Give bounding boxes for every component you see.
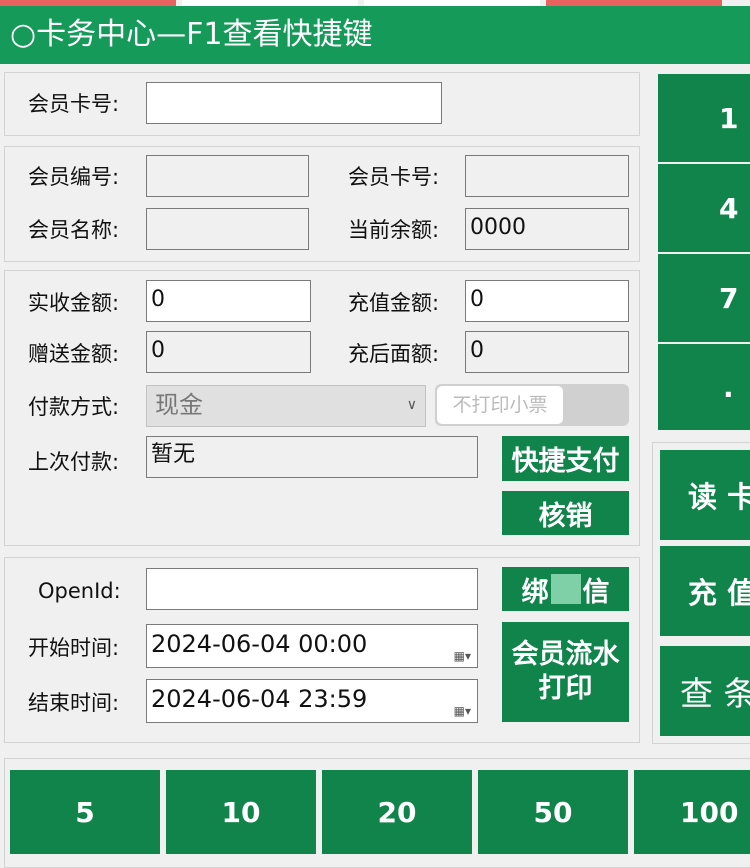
verify-button[interactable]: 核销 bbox=[502, 491, 629, 535]
bind-wechat-obscured bbox=[550, 574, 581, 604]
start-time-label: 开始时间: bbox=[28, 636, 120, 660]
quick-amount-5[interactable]: 5 bbox=[10, 770, 160, 854]
calendar-icon[interactable]: ▦▾ bbox=[454, 692, 471, 722]
last-payment-field[interactable]: 暂无 bbox=[146, 436, 478, 478]
flow-print-label-line2: 打印 bbox=[538, 673, 593, 704]
read-card-button[interactable]: 读 卡 bbox=[660, 450, 750, 540]
received-amount-input[interactable]: 0 bbox=[146, 280, 311, 322]
quick-amount-10[interactable]: 10 bbox=[166, 770, 316, 854]
quick-amount-20[interactable]: 20 bbox=[322, 770, 472, 854]
print-receipt-toggle-label: 不打印小票 bbox=[437, 386, 563, 424]
member-name-field[interactable] bbox=[146, 208, 309, 250]
after-recharge-label: 充后面额: bbox=[348, 342, 440, 366]
print-receipt-toggle[interactable]: 不打印小票 bbox=[435, 384, 629, 426]
openid-input[interactable] bbox=[146, 568, 478, 610]
member-name-label: 会员名称: bbox=[28, 218, 120, 242]
card-no-label: 会员卡号: bbox=[28, 92, 120, 116]
end-time-label: 结束时间: bbox=[28, 691, 120, 715]
received-label: 实收金额: bbox=[28, 291, 120, 315]
openid-label: OpenId: bbox=[38, 579, 121, 603]
calendar-icon[interactable]: ▦▾ bbox=[454, 637, 471, 667]
member-id-field[interactable] bbox=[146, 155, 309, 197]
balance-label: 当前余额: bbox=[348, 218, 440, 242]
quick-amount-100[interactable]: 100 bbox=[634, 770, 750, 854]
payment-method-label: 付款方式: bbox=[28, 395, 120, 419]
member-card-no-label: 会员卡号: bbox=[348, 165, 440, 189]
member-id-label: 会员编号: bbox=[28, 165, 120, 189]
end-time-value: 2024-06-04 23:59 bbox=[151, 685, 368, 713]
keypad-key-dot[interactable]: . bbox=[658, 344, 750, 430]
quick-pay-button[interactable]: 快捷支付 bbox=[502, 436, 629, 481]
bind-wechat-label: 绑 bbox=[521, 576, 549, 608]
chevron-down-icon: ∨ bbox=[406, 397, 417, 413]
bind-wechat-button[interactable]: 绑 信 bbox=[502, 567, 629, 611]
gift-amount-field[interactable]: 0 bbox=[146, 331, 311, 373]
last-payment-label: 上次付款: bbox=[28, 450, 120, 474]
query-button[interactable]: 查 条 bbox=[660, 646, 750, 736]
bind-wechat-label-tail: 信 bbox=[582, 576, 610, 608]
recharge-label: 充值金额: bbox=[348, 291, 440, 315]
member-card-no-field[interactable] bbox=[465, 155, 629, 197]
end-time-picker[interactable]: 2024-06-04 23:59 ▦▾ bbox=[146, 679, 478, 723]
after-recharge-field[interactable]: 0 bbox=[465, 331, 629, 373]
window-title: ○卡务中心—F1查看快捷键 bbox=[0, 6, 750, 64]
start-time-picker[interactable]: 2024-06-04 00:00 ▦▾ bbox=[146, 624, 478, 668]
recharge-button[interactable]: 充 值 bbox=[660, 546, 750, 636]
quick-amount-50[interactable]: 50 bbox=[478, 770, 628, 854]
payment-method-select[interactable]: 现金 ∨ bbox=[146, 385, 426, 427]
keypad-key-1[interactable]: 1 bbox=[658, 74, 750, 162]
card-no-input[interactable] bbox=[146, 82, 442, 124]
recharge-amount-input[interactable]: 0 bbox=[465, 280, 629, 322]
start-time-value: 2024-06-04 00:00 bbox=[151, 630, 368, 658]
payment-method-value: 现金 bbox=[155, 391, 203, 419]
keypad-key-4[interactable]: 4 bbox=[658, 164, 750, 252]
keypad-key-7[interactable]: 7 bbox=[658, 254, 750, 342]
flow-print-label-line1: 会员流水 bbox=[511, 639, 620, 670]
flow-print-button[interactable]: 会员流水 打印 bbox=[502, 622, 629, 722]
balance-field[interactable]: 0000 bbox=[465, 208, 629, 250]
gift-label: 赠送金额: bbox=[28, 342, 120, 366]
